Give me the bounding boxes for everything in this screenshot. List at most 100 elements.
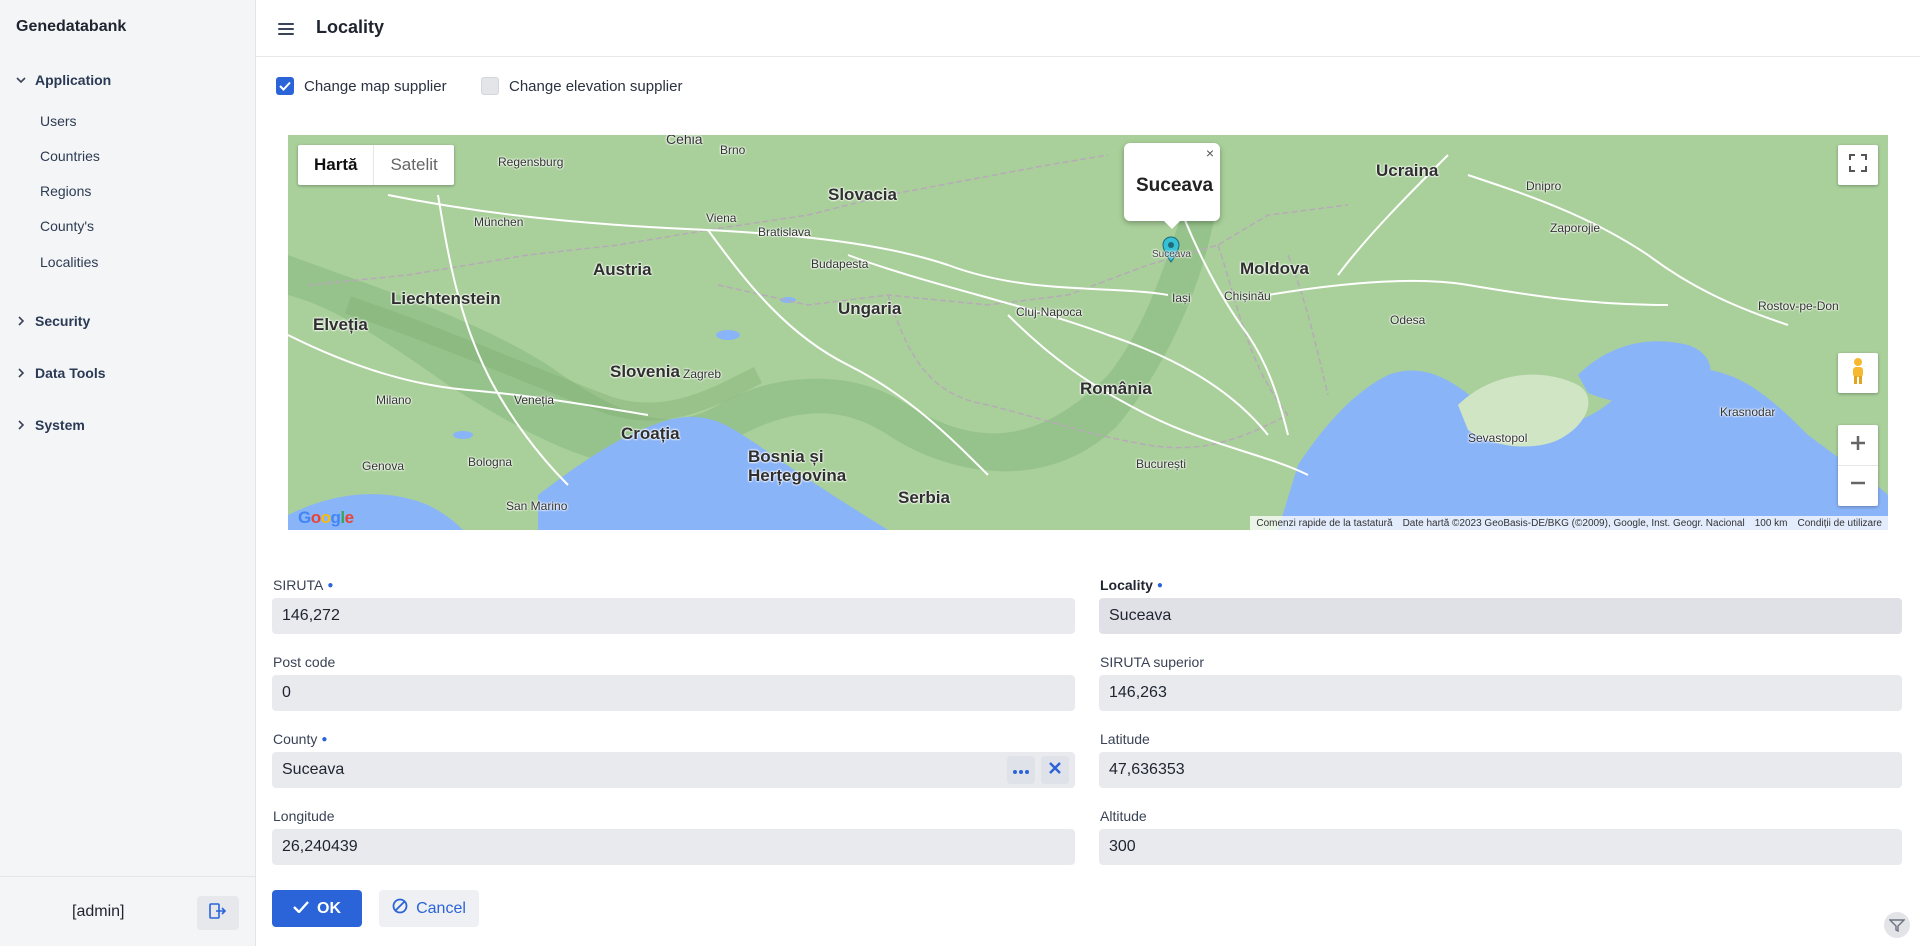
map-data-text: Date hartă ©2023 GeoBasis-DE/BKG (©2009)… bbox=[1402, 517, 1745, 529]
menu-toggle-button[interactable] bbox=[278, 18, 300, 40]
checkbox-unchecked-icon bbox=[481, 77, 499, 95]
minus-icon bbox=[1849, 474, 1867, 497]
fullscreen-icon bbox=[1849, 153, 1867, 177]
map-label-city: Bratislava bbox=[758, 225, 811, 239]
plus-icon bbox=[1849, 434, 1867, 457]
popup-title: Suceava bbox=[1136, 175, 1214, 196]
cancel-label: Cancel bbox=[416, 899, 466, 917]
change-map-supplier-checkbox[interactable]: Change map supplier bbox=[276, 77, 447, 95]
cancel-icon bbox=[392, 898, 408, 919]
map-label-city: Dnipro bbox=[1526, 179, 1562, 193]
close-icon[interactable]: × bbox=[1206, 145, 1214, 161]
map-label-city: Rostov-pe-Don bbox=[1758, 299, 1839, 313]
logout-icon bbox=[209, 902, 227, 924]
pegman-icon bbox=[1850, 357, 1866, 390]
map-label-city: Brno bbox=[720, 143, 746, 157]
siruta-superior-label: SIRUTA superior bbox=[1100, 654, 1204, 670]
label-text: Locality bbox=[1100, 577, 1153, 593]
nav-group-label: System bbox=[35, 417, 85, 433]
altitude-label: Altitude bbox=[1100, 808, 1147, 824]
nav-group-application[interactable]: Application bbox=[14, 72, 111, 88]
zoom-in-button[interactable] bbox=[1838, 426, 1878, 466]
map-label-city: Budapesta bbox=[811, 257, 869, 271]
zoom-out-button[interactable] bbox=[1838, 466, 1878, 506]
chevron-right-icon bbox=[14, 314, 28, 328]
fullscreen-button[interactable] bbox=[1838, 145, 1878, 185]
siruta-label: SIRUTA ● bbox=[273, 577, 333, 593]
map-label-city: Milano bbox=[376, 393, 412, 407]
sidebar-item-countys[interactable]: County's bbox=[40, 218, 94, 234]
checkbox-label: Change elevation supplier bbox=[509, 77, 683, 95]
nav-group-security[interactable]: Security bbox=[14, 313, 90, 329]
sidebar-item-localities[interactable]: Localities bbox=[40, 254, 98, 270]
county-label: County ● bbox=[273, 731, 327, 747]
nav-group-label: Security bbox=[35, 313, 91, 329]
map-terrain bbox=[288, 135, 1888, 530]
siruta-superior-input[interactable]: 146,263 bbox=[1099, 675, 1902, 711]
required-dot: ● bbox=[327, 580, 334, 591]
sidebar-item-countries[interactable]: Countries bbox=[40, 148, 100, 164]
latitude-label: Latitude bbox=[1100, 731, 1150, 747]
ok-button[interactable]: OK bbox=[272, 890, 362, 927]
map-label-country: Liechtenstein bbox=[391, 289, 501, 308]
sidebar: Genedatabank Application Users Countries… bbox=[0, 0, 256, 946]
feedback-icon[interactable] bbox=[1884, 912, 1910, 938]
map-type-control: Hartă Satelit bbox=[298, 145, 454, 185]
map-label-city: Genova bbox=[362, 459, 405, 473]
map-label-city: Chișinău bbox=[1224, 289, 1271, 303]
sidebar-footer: [admin] bbox=[0, 876, 256, 946]
street-view-button[interactable] bbox=[1838, 353, 1878, 393]
post-code-input[interactable]: 0 bbox=[272, 675, 1075, 711]
map-label-city: München bbox=[474, 215, 524, 229]
locality-input[interactable]: Suceava bbox=[1099, 598, 1902, 634]
map-label-city: Odesa bbox=[1390, 313, 1426, 327]
map-label-city: San Marino bbox=[506, 499, 568, 513]
cancel-button[interactable]: Cancel bbox=[379, 890, 479, 927]
map-label-country: Slovacia bbox=[828, 185, 897, 204]
map-scale[interactable]: 100 km bbox=[1755, 518, 1788, 529]
latitude-input[interactable]: 47,636353 bbox=[1099, 752, 1902, 788]
map-type-map-button[interactable]: Hartă bbox=[298, 145, 373, 185]
logout-button[interactable] bbox=[197, 896, 239, 930]
altitude-input[interactable]: 300 bbox=[1099, 829, 1902, 865]
county-lookup-input[interactable]: Suceava bbox=[272, 752, 1075, 788]
map-label-city: Cluj-Napoca bbox=[1016, 305, 1083, 319]
terms-link[interactable]: Condiții de utilizare bbox=[1798, 518, 1883, 529]
siruta-input[interactable]: 146,272 bbox=[272, 598, 1075, 634]
county-clear-button[interactable] bbox=[1041, 756, 1069, 784]
map-label-country: Serbia bbox=[898, 488, 950, 507]
sidebar-item-regions[interactable]: Regions bbox=[40, 183, 91, 199]
map-label-country: Slovenia bbox=[610, 362, 680, 381]
google-logo: Google bbox=[298, 508, 354, 527]
nav-group-system[interactable]: System bbox=[14, 417, 85, 433]
map-view[interactable]: Slovacia Austria Liechtenstein Elveția U… bbox=[288, 135, 1888, 530]
map-label-city: Zagreb bbox=[683, 367, 722, 381]
map-label-country: Ucraina bbox=[1376, 161, 1439, 180]
map-type-satellite-button[interactable]: Satelit bbox=[373, 145, 453, 185]
nav-group-label: Application bbox=[35, 72, 112, 88]
map-label-country: Austria bbox=[593, 260, 652, 279]
map-label-city: Sevastopol bbox=[1468, 431, 1528, 445]
current-user-label: [admin] bbox=[72, 903, 125, 920]
nav-group-data-tools[interactable]: Data Tools bbox=[14, 365, 106, 381]
longitude-input[interactable]: 26,240439 bbox=[272, 829, 1075, 865]
map-label-city: Veneția bbox=[514, 393, 555, 407]
chevron-right-icon bbox=[14, 366, 28, 380]
keyboard-shortcuts-link[interactable]: Comenzi rapide de la tastatură bbox=[1256, 518, 1392, 529]
label-text: County bbox=[273, 731, 318, 747]
required-dot: ● bbox=[321, 734, 328, 745]
map-label-city: Bologna bbox=[468, 455, 513, 469]
map-label-country: Ungaria bbox=[838, 299, 902, 318]
change-elevation-supplier-checkbox[interactable]: Change elevation supplier bbox=[481, 77, 682, 95]
county-browse-button[interactable] bbox=[1007, 756, 1035, 784]
map-label-city: Iași bbox=[1172, 291, 1191, 305]
check-icon bbox=[293, 900, 309, 918]
longitude-label: Longitude bbox=[273, 808, 335, 824]
sidebar-item-users[interactable]: Users bbox=[40, 113, 77, 129]
marker-label: Suceava bbox=[1152, 249, 1191, 260]
map-label-country: România bbox=[1080, 379, 1152, 398]
map-label-city: Krasnodar bbox=[1720, 405, 1776, 419]
map-label-country: Moldova bbox=[1240, 259, 1309, 278]
chevron-down-icon bbox=[14, 73, 28, 87]
page-header: Locality bbox=[256, 0, 1920, 57]
